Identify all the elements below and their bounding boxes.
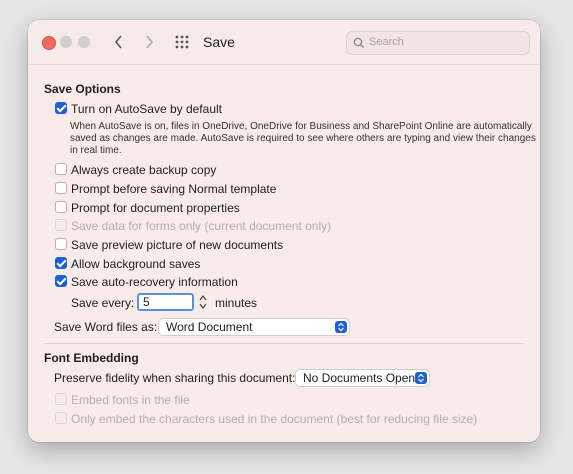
embed-chars-label: Only embed the characters used in the do… [71, 412, 478, 426]
prompt-props-label: Prompt for document properties [71, 201, 240, 215]
backup-label: Always create backup copy [71, 163, 217, 177]
minutes-label: minutes [215, 296, 258, 310]
save-as-dropdown[interactable]: Word Document [158, 318, 350, 336]
fidelity-dropdown[interactable]: No Documents Open [295, 369, 430, 387]
autosave-description: When AutoSave is on, files in OneDrive, … [70, 121, 536, 156]
fidelity-value: No Documents Open [303, 371, 416, 385]
backup-checkbox[interactable] [55, 163, 67, 175]
section-divider [44, 343, 524, 344]
autorecover-checkbox[interactable] [55, 275, 67, 287]
background-checkbox[interactable] [55, 257, 67, 269]
forms-checkbox [55, 219, 67, 231]
embed-fonts-label: Embed fonts in the file [71, 393, 190, 407]
prompt-normal-checkbox[interactable] [55, 182, 67, 194]
save-every-input[interactable]: 5 [137, 293, 194, 311]
prompt-props-checkbox[interactable] [55, 201, 67, 213]
preview-label: Save preview picture of new documents [71, 238, 284, 252]
preferences-window: Save Search Save Options Turn on AutoSav… [28, 20, 540, 442]
save-every-label: Save every: [71, 296, 135, 310]
preview-checkbox[interactable] [55, 238, 67, 250]
content-pane: Save Options Turn on AutoSave by default… [28, 20, 540, 442]
save-as-value: Word Document [166, 320, 253, 334]
save-as-label: Save Word files as: [54, 320, 158, 334]
save-every-stepper[interactable] [198, 293, 208, 311]
embed-chars-checkbox [55, 412, 67, 424]
embed-fonts-checkbox [55, 393, 67, 405]
prompt-normal-label: Prompt before saving Normal template [71, 182, 277, 196]
autosave-label: Turn on AutoSave by default [71, 102, 222, 116]
autorecover-label: Save auto-recovery information [71, 275, 238, 289]
chevron-updown-icon [335, 321, 347, 333]
background-label: Allow background saves [71, 257, 201, 271]
font-embedding-heading: Font Embedding [44, 351, 139, 365]
fidelity-label: Preserve fidelity when sharing this docu… [54, 371, 296, 385]
forms-label: Save data for forms only (current docume… [71, 219, 332, 233]
autosave-checkbox[interactable] [55, 102, 67, 114]
save-options-heading: Save Options [44, 82, 121, 96]
chevron-updown-icon [415, 372, 427, 384]
